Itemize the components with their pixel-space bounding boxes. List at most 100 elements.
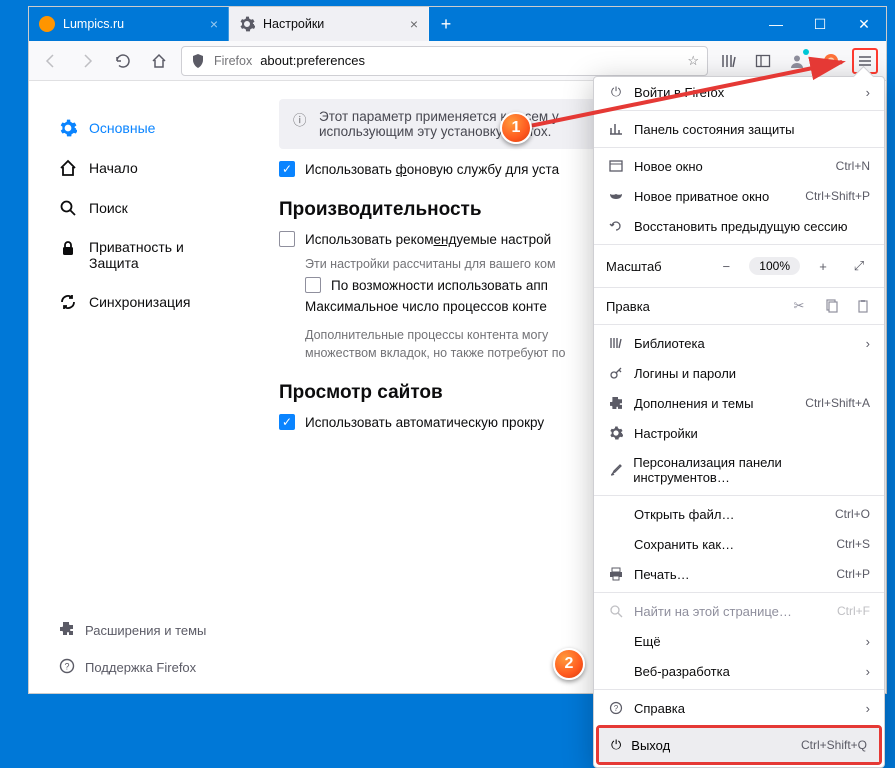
reload-button[interactable] [109, 47, 137, 75]
library-icon[interactable] [716, 48, 742, 74]
chevron-right-icon: › [866, 336, 870, 351]
sidebar-label: Поиск [89, 200, 128, 216]
forward-button[interactable] [73, 47, 101, 75]
sidebar-item-general[interactable]: Основные [49, 111, 241, 145]
sidebar-toggle-icon[interactable] [750, 48, 776, 74]
lock-icon [59, 239, 77, 257]
tab-label: Lumpics.ru [63, 17, 124, 31]
shield-icon [190, 53, 206, 69]
menu-signin[interactable]: ⏻Войти в Firefox› [594, 77, 884, 107]
menu-save-as[interactable]: Сохранить как…Ctrl+S [594, 529, 884, 559]
help-icon: ? [59, 658, 75, 677]
zoom-out-button[interactable]: − [713, 254, 739, 278]
checkbox-icon[interactable] [279, 231, 295, 247]
checkbox-checked-icon[interactable]: ✓ [279, 414, 295, 430]
power-icon: ⏻ [611, 737, 621, 753]
menu-help[interactable]: ?Справка› [594, 693, 884, 723]
sidebar-label: Основные [89, 120, 155, 136]
menu-new-window[interactable]: Новое окноCtrl+N [594, 151, 884, 181]
window-icon [608, 158, 624, 174]
cut-icon[interactable]: ✂ [790, 297, 808, 315]
maximize-button[interactable]: ☐ [798, 7, 842, 41]
menu-addons[interactable]: Дополнения и темыCtrl+Shift+A [594, 388, 884, 418]
menu-new-private[interactable]: Новое приватное окноCtrl+Shift+P [594, 181, 884, 211]
back-button[interactable] [37, 47, 65, 75]
menu-library[interactable]: Библиотека› [594, 328, 884, 358]
close-window-button[interactable]: ✕ [842, 7, 886, 41]
sidebar-extensions-link[interactable]: Расширения и темы [49, 615, 241, 646]
window-controls: — ☐ ✕ [754, 7, 886, 41]
gear-icon [608, 425, 624, 441]
close-icon[interactable]: × [210, 16, 218, 32]
minimize-button[interactable]: — [754, 7, 798, 41]
help-icon: ? [608, 700, 624, 716]
search-icon [59, 199, 77, 217]
copy-icon[interactable] [822, 297, 840, 315]
checkbox-checked-icon[interactable]: ✓ [279, 161, 295, 177]
tab-label: Настройки [263, 17, 324, 31]
sync-icon [59, 293, 77, 311]
url-text: about:preferences [260, 53, 679, 68]
menu-more[interactable]: Ещё› [594, 626, 884, 656]
extension-icon[interactable] [818, 48, 844, 74]
key-icon [608, 365, 624, 381]
mask-icon [608, 188, 624, 204]
sidebar-item-search[interactable]: Поиск [49, 191, 241, 225]
new-tab-button[interactable]: + [429, 7, 463, 41]
prefs-sidebar: Основные Начало Поиск Приватность иЗащит… [29, 81, 251, 693]
paste-icon[interactable] [854, 297, 872, 315]
menu-find: Найти на этой странице…Ctrl+F [594, 596, 884, 626]
home-icon [59, 159, 77, 177]
menu-customize[interactable]: Персонализация панели инструментов… [594, 448, 884, 492]
menu-logins[interactable]: Логины и пароли [594, 358, 884, 388]
tab-lumpics[interactable]: Lumpics.ru × [29, 7, 229, 41]
sidebar-label: Начало [89, 160, 138, 176]
sidebar-item-sync[interactable]: Синхронизация [49, 285, 241, 319]
checkbox-icon[interactable] [305, 277, 321, 293]
url-brand: Firefox [214, 54, 252, 68]
bookmark-star-icon[interactable]: ☆ [687, 53, 699, 69]
sidebar-item-privacy[interactable]: Приватность иЗащита [49, 231, 241, 279]
puzzle-icon [608, 395, 624, 411]
chevron-right-icon: › [866, 85, 870, 100]
callout-badge-1: 1 [500, 112, 532, 144]
menu-webdev[interactable]: Веб-разработка› [594, 656, 884, 686]
library-icon [608, 335, 624, 351]
sidebar-label: Расширения и темы [85, 623, 206, 638]
menu-protections[interactable]: Панель состояния защиты [594, 114, 884, 144]
brush-icon [608, 462, 623, 478]
sidebar-label: Защита [89, 255, 139, 271]
restore-icon [608, 218, 624, 234]
menu-settings[interactable]: Настройки [594, 418, 884, 448]
sidebar-support-link[interactable]: ? Поддержка Firefox [49, 652, 241, 683]
account-icon[interactable] [784, 48, 810, 74]
svg-text:?: ? [614, 704, 619, 713]
nav-bar: Firefox about:preferences ☆ [29, 41, 886, 81]
puzzle-icon [59, 621, 75, 640]
sidebar-item-home[interactable]: Начало [49, 151, 241, 185]
svg-text:?: ? [64, 662, 69, 672]
fullscreen-button[interactable]: ⤢ [846, 254, 872, 278]
zoom-in-button[interactable]: + [810, 254, 836, 278]
tab-bar: Lumpics.ru × Настройки × + — ☐ ✕ [29, 7, 886, 41]
gear-icon [239, 16, 255, 32]
chevron-right-icon: › [866, 664, 870, 679]
chevron-right-icon: › [866, 701, 870, 716]
tab-settings[interactable]: Настройки × [229, 7, 429, 41]
menu-exit[interactable]: ⏻ Выход Ctrl+Shift+Q [599, 728, 879, 762]
print-icon [608, 566, 624, 582]
menu-print[interactable]: Печать…Ctrl+P [594, 559, 884, 589]
callout-badge-2: 2 [553, 648, 585, 680]
chevron-right-icon: › [866, 634, 870, 649]
url-bar[interactable]: Firefox about:preferences ☆ [181, 46, 708, 76]
close-icon[interactable]: × [410, 16, 418, 32]
power-icon: ⏻ [608, 84, 624, 100]
chart-icon [608, 121, 624, 137]
app-menu-dropdown: ⏻Войти в Firefox› Панель состояния защит… [593, 76, 885, 768]
search-icon [608, 603, 624, 619]
menu-restore-session[interactable]: Восстановить предыдущую сессию [594, 211, 884, 241]
zoom-level[interactable]: 100% [749, 257, 800, 275]
home-button[interactable] [145, 47, 173, 75]
menu-open-file[interactable]: Открыть файл…Ctrl+O [594, 499, 884, 529]
sidebar-label: Поддержка Firefox [85, 660, 196, 675]
